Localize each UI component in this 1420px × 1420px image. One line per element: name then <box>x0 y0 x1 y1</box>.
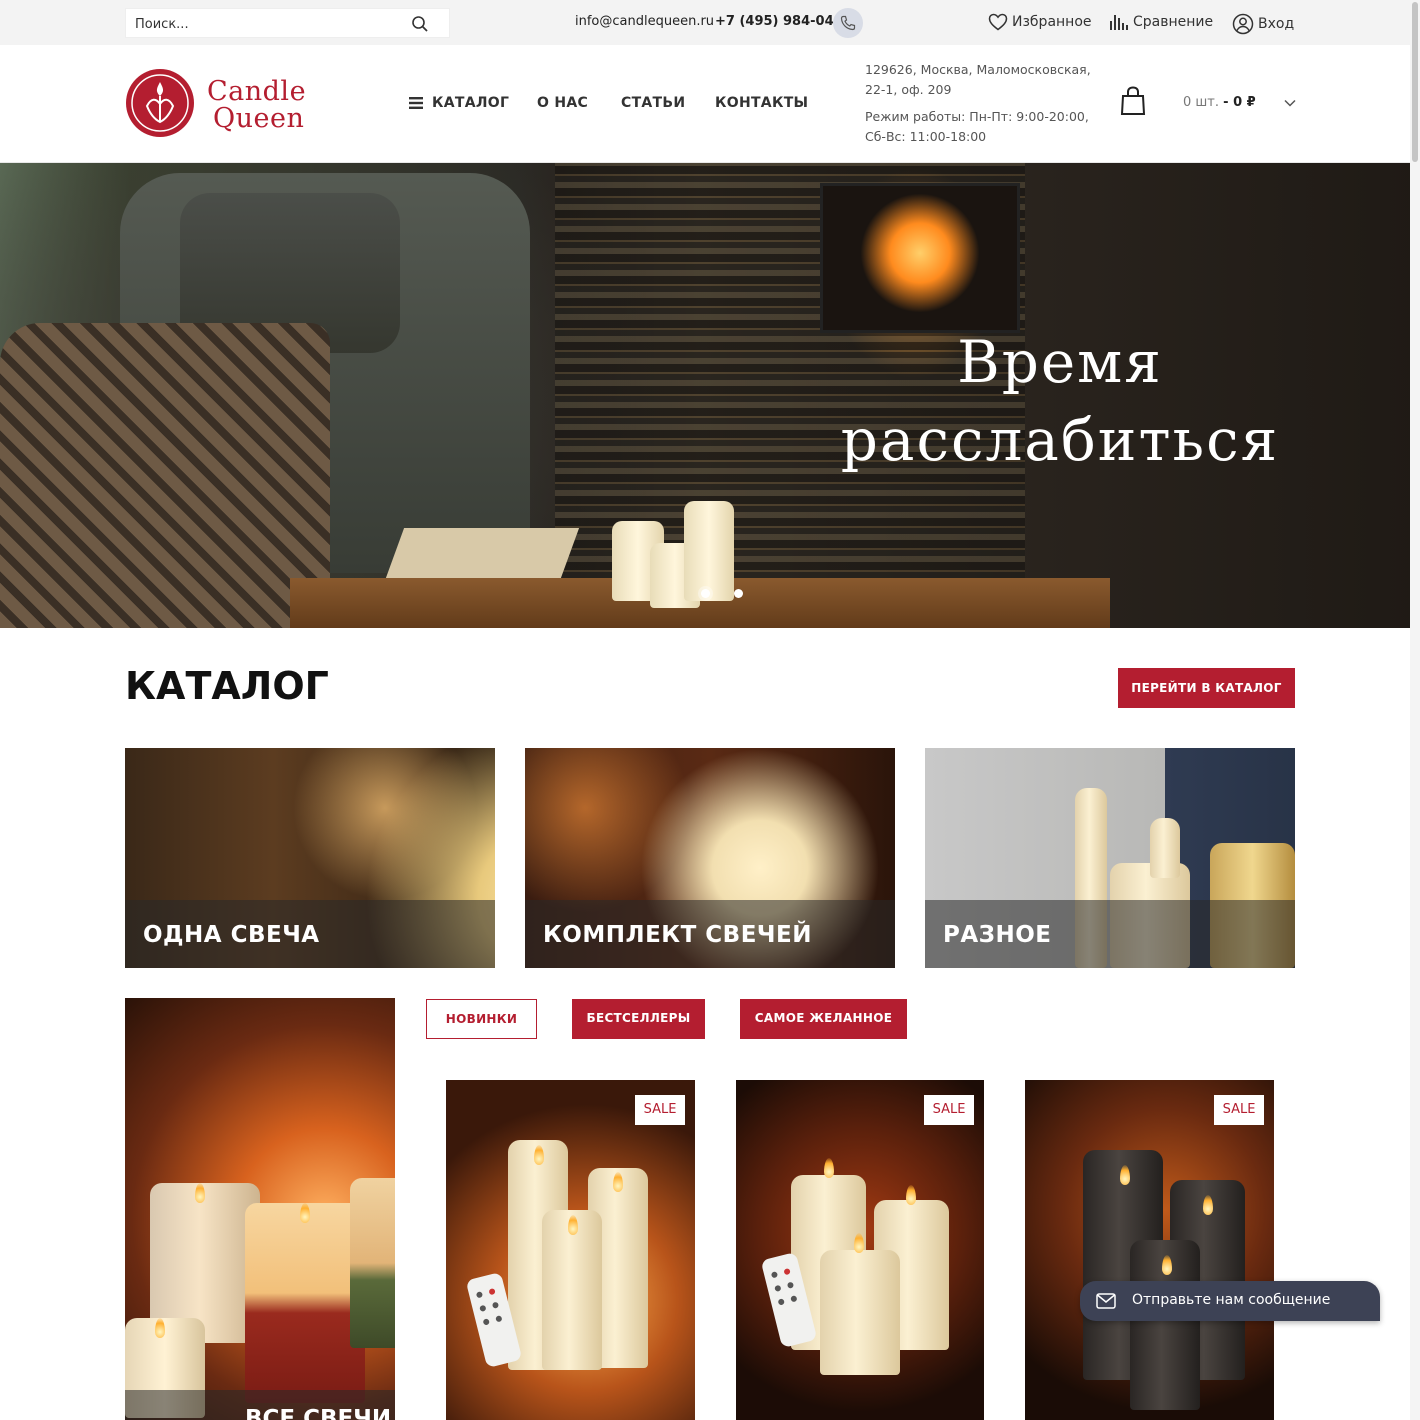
logo-line1: Candle <box>207 76 307 107</box>
category-label: КОМПЛЕКТ СВЕЧЕЙ <box>543 922 812 948</box>
favorites-label: Избранное <box>1012 14 1092 30</box>
address-line2: 22-1, оф. 209 <box>865 82 952 97</box>
hours-line1: Режим работы: Пн-Пт: 9:00-20:00, <box>865 109 1089 124</box>
search-box <box>125 8 450 38</box>
logo-icon[interactable] <box>125 68 195 138</box>
cart-summary[interactable]: 0 шт. - 0 ₽ <box>1183 95 1256 110</box>
phone-icon <box>840 15 856 31</box>
nav-about[interactable]: О НАС <box>537 95 588 111</box>
category-label: РАЗНОЕ <box>943 922 1052 948</box>
logo-line2: Queen <box>213 103 305 134</box>
hero-title: Время расслабиться <box>820 323 1300 479</box>
site-header: Candle Queen КАТАЛОГ О НАС СТАТЬИ КОНТАК… <box>0 45 1410 163</box>
card-candle <box>350 1178 395 1348</box>
login-link[interactable]: Вход <box>1232 13 1294 35</box>
nav-articles[interactable]: СТАТЬИ <box>621 95 685 111</box>
nav-catalog-label: КАТАЛОГ <box>432 95 510 111</box>
tab-bestsellers[interactable]: БЕСТСЕЛЛЕРЫ <box>572 999 705 1039</box>
category-tile-misc[interactable]: РАЗНОЕ <box>925 748 1295 968</box>
cart-count: 0 шт. <box>1183 95 1220 110</box>
hero-candle <box>684 501 734 601</box>
user-icon <box>1232 13 1254 35</box>
category-tile-candle-set[interactable]: КОМПЛЕКТ СВЕЧЕЙ <box>525 748 895 968</box>
search-input[interactable] <box>135 15 405 33</box>
sale-badge: SALE <box>924 1095 974 1125</box>
go-to-catalog-button[interactable]: ПЕРЕЙТИ В КАТАЛОГ <box>1118 668 1295 708</box>
nav-contacts[interactable]: КОНТАКТЫ <box>715 95 808 111</box>
search-icon[interactable] <box>411 15 429 33</box>
cart-sum: - 0 ₽ <box>1223 95 1256 110</box>
page-scrollbar[interactable] <box>1410 0 1420 1420</box>
sale-badge: SALE <box>635 1095 685 1125</box>
compare-label: Сравнение <box>1133 14 1214 30</box>
category-label: ОДНА СВЕЧА <box>143 922 320 948</box>
slider-dot-1[interactable] <box>701 589 710 598</box>
nav-catalog[interactable]: КАТАЛОГ <box>409 95 509 111</box>
scrollbar-thumb[interactable] <box>1412 2 1418 162</box>
hero-title-line2: расслабиться <box>840 406 1280 474</box>
product-card[interactable]: SALE <box>1025 1080 1274 1420</box>
top-bar: info@candlequeen.ru +7 (495) 984-0483 Из… <box>0 0 1410 45</box>
compare-icon <box>1110 15 1128 30</box>
hero-title-line1: Время <box>957 328 1163 396</box>
product-card[interactable]: SALE <box>736 1080 984 1420</box>
contact-email-link[interactable]: info@candlequeen.ru <box>575 14 714 29</box>
hero-slider[interactable]: Время расслабиться <box>0 163 1420 628</box>
hero-book <box>385 528 580 578</box>
all-candles-label: ВСЕ СВЕЧИ <box>245 1406 392 1420</box>
chat-widget-label: Отправьте нам сообщение <box>1132 1292 1331 1308</box>
tile-candle <box>1150 818 1180 878</box>
logo-text[interactable]: Candle Queen <box>207 78 306 132</box>
slider-dot-2[interactable] <box>734 589 743 598</box>
tab-most-wanted[interactable]: САМОЕ ЖЕЛАННОЕ <box>740 999 907 1039</box>
hours-line2: Сб-Вс: 11:00-18:00 <box>865 129 987 144</box>
menu-icon <box>409 97 423 109</box>
working-hours: Режим работы: Пн-Пт: 9:00-20:00, Сб-Вс: … <box>865 107 1089 147</box>
hero-fire <box>860 193 980 313</box>
catalog-title: КАТАЛОГ <box>125 664 329 708</box>
product-candle <box>820 1250 900 1375</box>
category-tile-single-candle[interactable]: ОДНА СВЕЧА <box>125 748 495 968</box>
bag-icon[interactable] <box>1120 86 1146 116</box>
tab-new[interactable]: НОВИНКИ <box>426 999 537 1039</box>
sale-badge: SALE <box>1214 1095 1264 1125</box>
login-label: Вход <box>1258 16 1295 32</box>
chevron-down-icon[interactable] <box>1284 99 1296 107</box>
favorites-link[interactable]: Избранное <box>988 13 1092 31</box>
chat-widget[interactable]: Отправьте нам сообщение <box>1080 1281 1380 1321</box>
contact-phone-link[interactable]: +7 (495) 984-0483 <box>715 14 852 29</box>
store-address: 129626, Москва, Маломосковская, 22-1, оф… <box>865 60 1091 100</box>
product-card[interactable]: SALE <box>446 1080 695 1420</box>
heart-icon <box>988 13 1008 31</box>
hero-blanket <box>0 323 330 628</box>
all-candles-card[interactable]: ВСЕ СВЕЧИ <box>125 998 395 1420</box>
mail-icon <box>1096 1293 1116 1309</box>
flame-icon <box>906 1185 916 1205</box>
flame-icon <box>824 1158 834 1178</box>
card-candle <box>245 1203 365 1403</box>
compare-link[interactable]: Сравнение <box>1109 13 1213 31</box>
address-line1: 129626, Москва, Маломосковская, <box>865 62 1091 77</box>
callback-button[interactable] <box>833 8 863 38</box>
